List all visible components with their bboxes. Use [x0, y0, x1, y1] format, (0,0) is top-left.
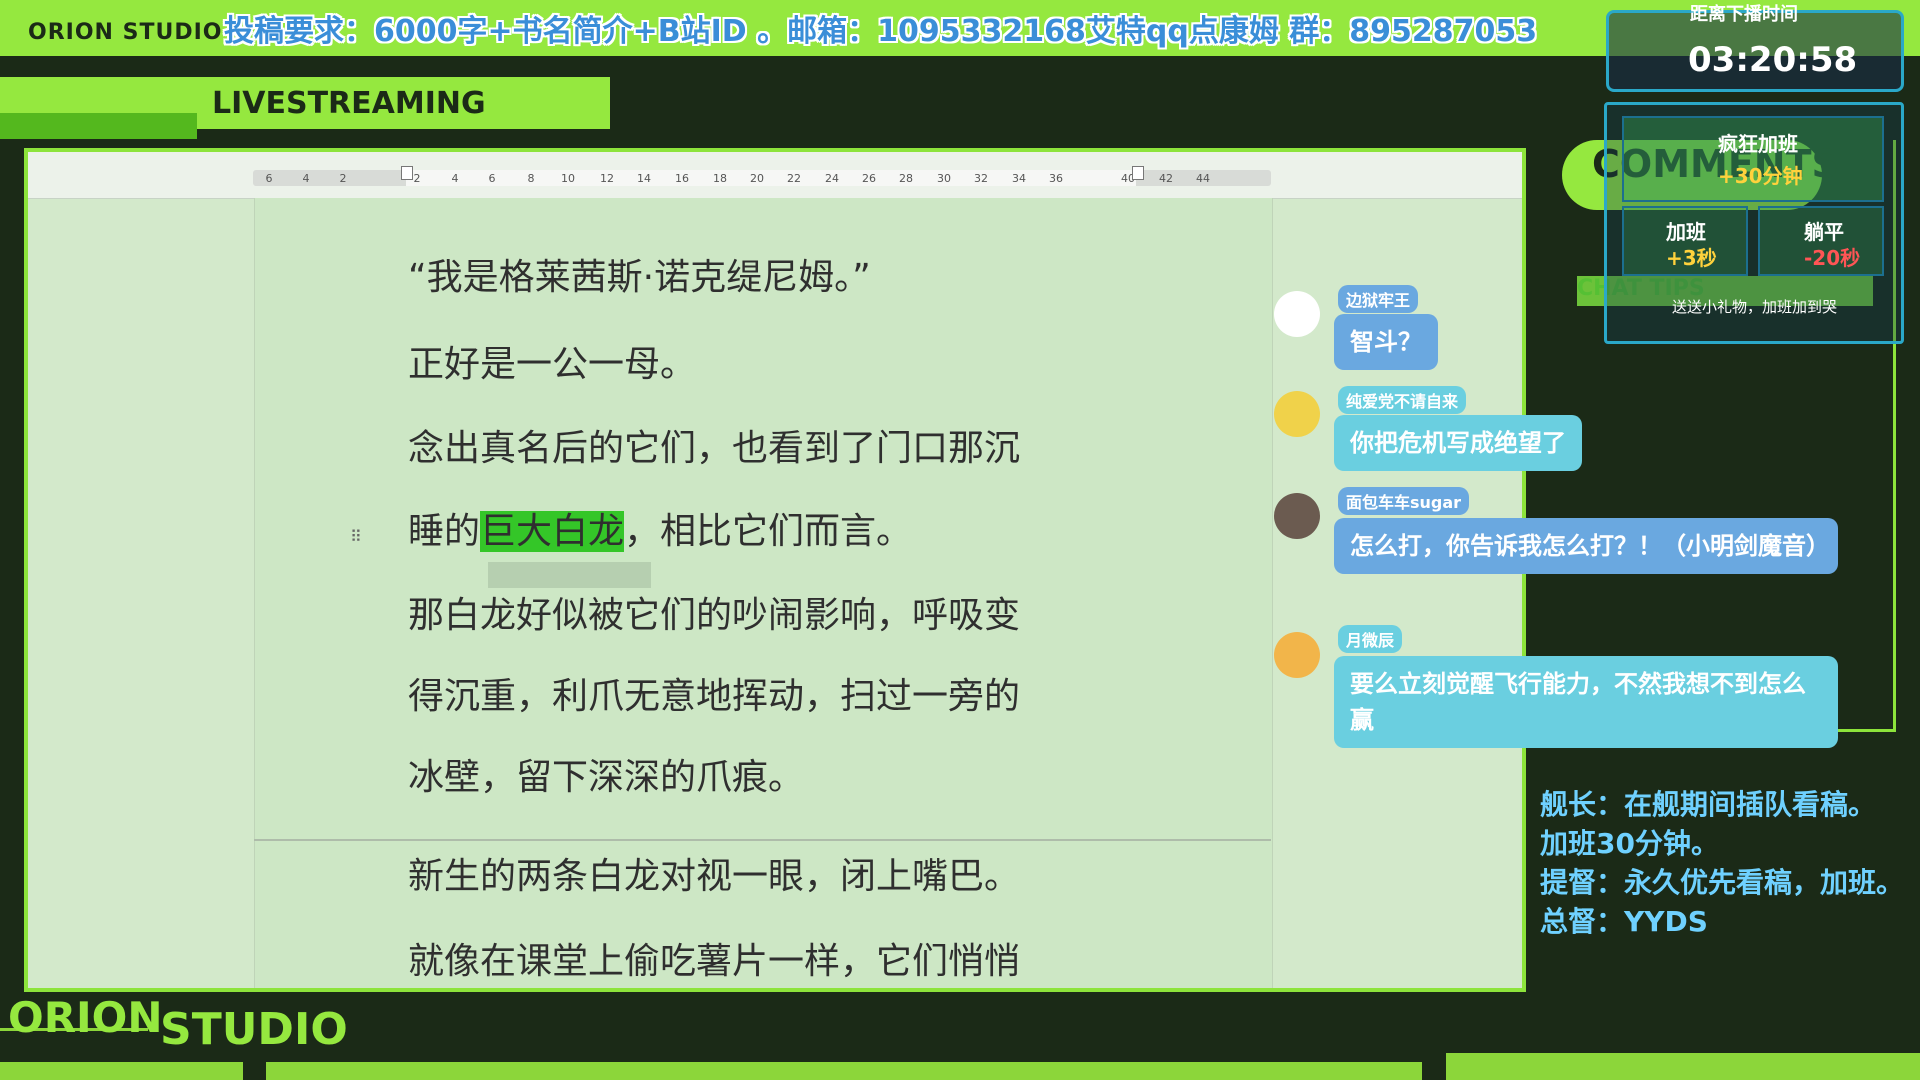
ruler-tick-label: 4: [302, 172, 310, 185]
ruler-tick-label: 18: [713, 172, 727, 185]
left-indent-marker[interactable]: [401, 166, 413, 180]
doc-line-highlight[interactable]: 睡的巨大白龙，相比它们而言。: [408, 502, 912, 554]
ruler-tick-label: 8: [527, 172, 535, 185]
rule-line: 提督：永久优先看稿，加班。: [1540, 866, 1905, 899]
ruler-tick-label: 12: [600, 172, 614, 185]
bottom-bar-right: [1446, 1053, 1920, 1080]
bottom-bar-mid: [266, 1062, 1422, 1080]
doc-line-6[interactable]: 冰壁，留下深深的爪痕。: [408, 748, 804, 800]
ruler[interactable]: 6 4 2 2 4 6 8 10 12 14 16 18 20 22 24 26 28 30 32 34 36 40 42 4…: [28, 152, 1522, 199]
ruler-tick-label: 22: [787, 172, 801, 185]
chat-username: 月微辰: [1338, 625, 1403, 653]
ruler-tick-label: 6: [265, 172, 273, 185]
gift-big-title: 疯狂加班: [1718, 132, 1798, 156]
top-brand: ORION STUDIO: [28, 20, 223, 45]
bottom-bar-left: [0, 1062, 243, 1080]
ruler-tick-label: 36: [1049, 172, 1063, 185]
timer-value: 03:20:58: [1688, 40, 1858, 80]
gift-item-2-value: -20秒: [1804, 246, 1861, 270]
document-window: 6 4 2 2 4 6 8 10 12 14 16 18 20 22 24 26 28 30 32 34 36 40 42 4…: [24, 148, 1526, 992]
ruler-tick-label: 42: [1159, 172, 1173, 185]
chat-username: 面包车车sugar: [1338, 487, 1470, 515]
highlight-shadow: [488, 562, 651, 588]
chat-message: 要么立刻觉醒飞行能力，不然我想不到怎么赢: [1334, 656, 1838, 748]
doc-line-5[interactable]: 得沉重，利爪无意地挥动，扫过一旁的: [408, 667, 1020, 719]
livestreaming-label: LIVESTREAMING: [212, 86, 486, 121]
page-break: [254, 839, 1271, 841]
timer-label: 距离下播时间: [1690, 4, 1798, 25]
ruler-tick-label: 16: [675, 172, 689, 185]
doc-line-3[interactable]: 念出真名后的它们，也看到了门口那沉: [408, 419, 1020, 471]
ruler-tick-label: 4: [451, 172, 459, 185]
chat-message: 智斗？: [1334, 314, 1438, 370]
ruler-tick-label: 20: [750, 172, 764, 185]
highlight-prefix: 睡的: [408, 511, 481, 552]
avatar: [1274, 493, 1320, 539]
avatar: [1274, 291, 1320, 337]
avatar: [1274, 391, 1320, 437]
doc-line-1[interactable]: “我是格莱茜斯·诺克缇尼姆。”: [408, 248, 871, 300]
ruler-text-area: [406, 170, 1136, 186]
avatar: [1274, 632, 1320, 678]
gift-item-2-title: 躺平: [1804, 220, 1844, 244]
chat-username: 边狱牢王: [1338, 285, 1419, 313]
rule-line: 加班30分钟。: [1540, 827, 1719, 860]
ruler-tick-label: 30: [937, 172, 951, 185]
chat-message: 怎么打，你告诉我怎么打？！（小明剑魔音）: [1334, 518, 1838, 574]
doc-line-8[interactable]: 就像在课堂上偷吃薯片一样，它们悄悄: [408, 932, 1020, 984]
submission-notice: 投稿要求：6000字+书名简介+B站ID 。邮箱：1095332168艾特qq点…: [224, 14, 1538, 49]
ruler-tick-label: 6: [488, 172, 496, 185]
ruler-tick-label: 26: [862, 172, 876, 185]
chat-message: 你把危机写成绝望了: [1334, 415, 1582, 471]
highlight-suffix: ，相比它们而言。: [624, 511, 913, 552]
doc-line-7[interactable]: 新生的两条白龙对视一眼，闭上嘴巴。: [408, 847, 1020, 899]
ruler-tick-label: 28: [899, 172, 913, 185]
guard-rules: 舰长：在舰期间插队看稿。 加班30分钟。 提督：永久优先看稿，加班。 总督：YY…: [1540, 785, 1904, 941]
rule-line: 舰长：在舰期间插队看稿。: [1540, 788, 1877, 821]
ruler-tick-label: 32: [974, 172, 988, 185]
ruler-tick-label: 2: [339, 172, 347, 185]
highlighted-text[interactable]: 巨大白龙: [480, 511, 625, 552]
livestreaming-accent: [0, 113, 197, 139]
doc-line-4[interactable]: 那白龙好似被它们的吵闹影响，呼吸变: [408, 586, 1020, 638]
ruler-tick-label: 10: [561, 172, 575, 185]
footer-brand-orion: ORION: [8, 993, 163, 1042]
right-indent-marker[interactable]: [1132, 166, 1144, 180]
ruler-tick-label: 34: [1012, 172, 1026, 185]
ruler-tick-label: 44: [1196, 172, 1210, 185]
paragraph-drag-handle-icon[interactable]: ⠿: [350, 527, 366, 549]
doc-line-2[interactable]: 正好是一公一母。: [408, 335, 696, 387]
chat-username: 纯爱党不请自来: [1338, 386, 1467, 414]
gift-item-1-value: +3秒: [1666, 246, 1717, 270]
gift-item-1-title: 加班: [1666, 220, 1706, 244]
rule-line: 总督：YYDS: [1540, 905, 1708, 938]
gift-big-value: +30分钟: [1718, 164, 1803, 188]
footer-brand-studio: STUDIO: [160, 1004, 348, 1055]
ruler-tick-label: 14: [637, 172, 651, 185]
ruler-tick-label: 2: [413, 172, 421, 185]
ruler-tick-label: 24: [825, 172, 839, 185]
gift-subtitle: 送送小礼物，加班加到哭: [1672, 298, 1838, 316]
